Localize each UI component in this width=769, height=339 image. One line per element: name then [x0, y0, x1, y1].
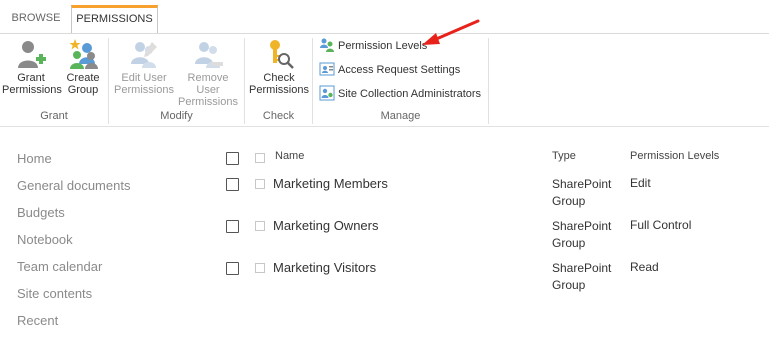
- row-type: SharePoint Group: [552, 218, 622, 252]
- row-type-line2: Group: [552, 236, 586, 250]
- nav-item-budgets[interactable]: Budgets: [17, 204, 130, 231]
- grant-permissions-button[interactable]: Grant Permissions: [2, 38, 62, 96]
- row-permission-level: Full Control: [630, 218, 692, 232]
- nav-item-notebook[interactable]: Notebook: [17, 231, 130, 258]
- group-check-label: Check: [262, 110, 295, 122]
- permission-levels-label: Permission Levels: [338, 40, 428, 52]
- nav-item-general-documents[interactable]: General documents: [17, 177, 130, 204]
- row-type-line1: SharePoint: [552, 177, 612, 191]
- group-with-star-icon: [67, 38, 99, 70]
- group-manage-label: Manage: [380, 110, 421, 122]
- access-request-settings-label: Access Request Settings: [338, 64, 461, 76]
- group-divider: [488, 38, 489, 124]
- row-select-box[interactable]: [255, 263, 265, 273]
- tab-permissions[interactable]: PERMISSIONS: [71, 5, 158, 33]
- column-header-type[interactable]: Type: [552, 150, 576, 168]
- group-modify-label: Modify: [160, 110, 193, 122]
- create-group-label-1: Create: [66, 72, 100, 84]
- row-permission-level: Edit: [630, 176, 651, 190]
- row-name[interactable]: Marketing Visitors: [273, 260, 376, 275]
- row-checkbox[interactable]: [226, 262, 239, 275]
- tab-browse[interactable]: BROWSE: [8, 5, 64, 32]
- permission-levels-button[interactable]: Permission Levels: [319, 36, 427, 56]
- grant-permissions-label-2: Permissions: [2, 84, 62, 96]
- admin-icon: [319, 85, 335, 101]
- access-request-settings-button[interactable]: Access Request Settings: [319, 60, 460, 80]
- request-settings-icon: [319, 61, 335, 77]
- row-select-box[interactable]: [255, 179, 265, 189]
- remove-user-permissions-label-2: Permissions: [178, 96, 238, 108]
- create-group-label-2: Group: [67, 84, 99, 96]
- row-name[interactable]: Marketing Members: [273, 176, 388, 191]
- group-modify: Edit User Permissions Remove User Permis…: [109, 34, 244, 126]
- edit-user-permissions-button[interactable]: Edit User Permissions: [113, 38, 175, 96]
- row-type-line2: Group: [552, 194, 586, 208]
- annotation-arrow-icon: [422, 19, 480, 45]
- edit-user-permissions-label-1: Edit User: [121, 72, 167, 84]
- remove-user-permissions-label-1: Remove User: [187, 72, 229, 96]
- group-check: Check Permissions Check: [245, 34, 312, 126]
- column-header-name[interactable]: Name: [275, 150, 304, 168]
- select-all-items-checkbox[interactable]: [255, 153, 265, 163]
- people-remove-icon: [192, 38, 224, 70]
- check-permissions-button[interactable]: Check Permissions: [249, 38, 309, 96]
- ribbon: Grant Permissions Create Group Grant Edi…: [0, 34, 769, 127]
- row-permission-level: Read: [630, 260, 659, 274]
- edit-user-permissions-label-2: Permissions: [114, 84, 174, 96]
- select-all-checkbox[interactable]: [226, 152, 239, 165]
- quick-launch-nav: Home General documents Budgets Notebook …: [17, 150, 130, 339]
- nav-item-site-contents[interactable]: Site contents: [17, 285, 130, 312]
- nav-item-recent[interactable]: Recent: [17, 312, 130, 339]
- ribbon-tabs: BROWSE PERMISSIONS: [0, 0, 769, 34]
- key-magnifier-icon: [263, 38, 295, 70]
- group-grant: Grant Permissions Create Group Grant: [0, 34, 108, 126]
- row-type: SharePoint Group: [552, 176, 622, 210]
- create-group-button[interactable]: Create Group: [62, 38, 104, 96]
- site-collection-administrators-label: Site Collection Administrators: [338, 88, 482, 100]
- column-header-permission-levels[interactable]: Permission Levels: [630, 150, 719, 168]
- row-type-line2: Group: [552, 278, 586, 292]
- check-permissions-label-2: Permissions: [249, 84, 309, 96]
- nav-item-home[interactable]: Home: [17, 150, 130, 177]
- row-checkbox[interactable]: [226, 220, 239, 233]
- row-type-line1: SharePoint: [552, 261, 612, 275]
- row-checkbox[interactable]: [226, 178, 239, 191]
- people-edit-icon: [128, 38, 160, 70]
- grant-permissions-label-1: Grant: [17, 72, 45, 84]
- row-type-line1: SharePoint: [552, 219, 612, 233]
- check-permissions-label-1: Check: [263, 72, 295, 84]
- nav-item-team-calendar[interactable]: Team calendar: [17, 258, 130, 285]
- person-with-plus-icon: [15, 38, 47, 70]
- site-collection-administrators-button[interactable]: Site Collection Administrators: [319, 84, 481, 104]
- row-select-box[interactable]: [255, 221, 265, 231]
- group-grant-label: Grant: [40, 110, 68, 122]
- people-icon: [319, 37, 335, 53]
- remove-user-permissions-button[interactable]: Remove User Permissions: [175, 38, 241, 108]
- row-type: SharePoint Group: [552, 260, 622, 294]
- row-name[interactable]: Marketing Owners: [273, 218, 378, 233]
